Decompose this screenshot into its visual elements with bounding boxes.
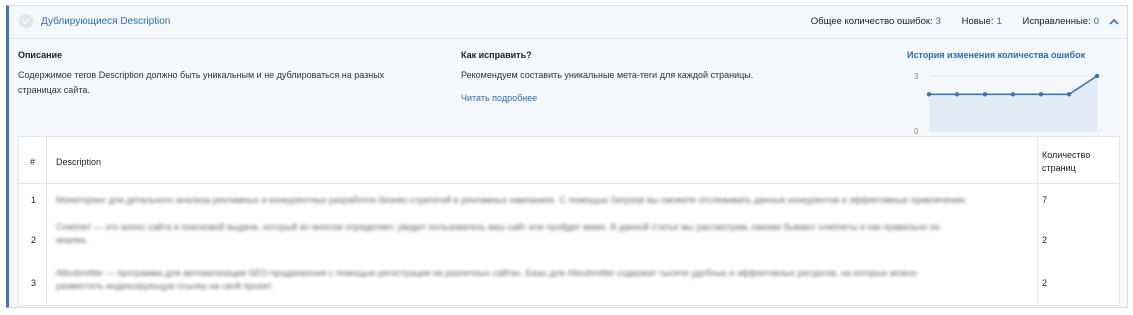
column-divider bbox=[1037, 137, 1038, 305]
row-page-count: 7 bbox=[1042, 195, 1048, 205]
description-line-1: Содержимое тегов Description должно быть… bbox=[18, 70, 385, 80]
table-header-row bbox=[19, 137, 1119, 184]
column-header-pages-line-1: Количество bbox=[1042, 150, 1091, 160]
column-divider bbox=[46, 137, 47, 305]
y-tick-label: 3 bbox=[914, 72, 919, 81]
how-to-fix-heading: Как исправить? bbox=[461, 50, 532, 60]
column-header-pages: Количество страниц bbox=[1042, 149, 1090, 175]
duplicate-description-panel: Дублирующиеся Description Общее количест… bbox=[6, 5, 1128, 308]
duplicates-table: # Description Количество страниц 1 Монит… bbox=[18, 136, 1120, 306]
row-description-line-1: Allsubmitter — программа для автоматизац… bbox=[56, 268, 917, 278]
panel-header[interactable]: Дублирующиеся Description Общее количест… bbox=[9, 6, 1127, 39]
check-circle-icon bbox=[19, 14, 33, 28]
row-description-line-2: анализ. bbox=[56, 235, 88, 245]
column-header-pages-line-2: страниц bbox=[1042, 163, 1076, 173]
issue-stats: Общее количество ошибок: 3 Новые: 1 Исправ… bbox=[811, 16, 1099, 27]
row-description: Мониторинг для детального анализа реклам… bbox=[56, 195, 968, 205]
fixed-errors-value: 0 bbox=[1093, 16, 1099, 27]
data-point bbox=[954, 92, 960, 97]
data-point bbox=[1010, 92, 1016, 97]
y-tick-label: 0 bbox=[914, 127, 919, 134]
column-header-description: Description bbox=[56, 157, 102, 167]
new-errors-value: 1 bbox=[996, 16, 1002, 27]
how-to-fix-text: Рекомендуем составить уникальные мета-те… bbox=[461, 70, 754, 80]
row-description-line-2: разместить индексирующую ссылку на свой … bbox=[56, 281, 273, 291]
data-point bbox=[1066, 92, 1072, 97]
row-number: 2 bbox=[31, 235, 37, 245]
row-number: 3 bbox=[31, 278, 37, 288]
data-point bbox=[926, 92, 932, 97]
error-history-chart: 30 bbox=[914, 72, 1103, 134]
description-heading: Описание bbox=[18, 50, 63, 60]
description-line-2: страницах сайта. bbox=[18, 85, 90, 95]
row-page-count: 2 bbox=[1042, 278, 1048, 288]
total-errors-label: Общее количество ошибок: bbox=[810, 16, 933, 27]
read-more-link[interactable]: Читать подробнее bbox=[461, 93, 537, 103]
description-text: Содержимое тегов Description должно быть… bbox=[18, 68, 384, 98]
data-point bbox=[1094, 73, 1100, 79]
issue-title[interactable]: Дублирующиеся Description bbox=[41, 16, 170, 27]
row-description: Сниппет — это анонс сайта в поисковой вы… bbox=[56, 221, 940, 247]
series-area bbox=[929, 76, 1097, 131]
data-point bbox=[982, 92, 988, 97]
row-number: 1 bbox=[31, 195, 37, 205]
data-point bbox=[1038, 92, 1044, 97]
row-description: Allsubmitter — программа для автоматизац… bbox=[56, 267, 917, 293]
chevron-up-icon[interactable] bbox=[1107, 15, 1121, 29]
fixed-errors-label: Исправленные: bbox=[1022, 16, 1091, 27]
row-page-count: 2 bbox=[1042, 235, 1048, 245]
column-header-number: # bbox=[30, 157, 36, 167]
total-errors-value: 3 bbox=[935, 16, 941, 27]
error-history-chart-title[interactable]: История изменения количества ошибок bbox=[907, 50, 1085, 60]
new-errors-label: Новые: bbox=[961, 16, 994, 27]
row-description-line-1: Сниппет — это анонс сайта в поисковой вы… bbox=[56, 222, 940, 232]
series-line bbox=[929, 75, 1098, 96]
